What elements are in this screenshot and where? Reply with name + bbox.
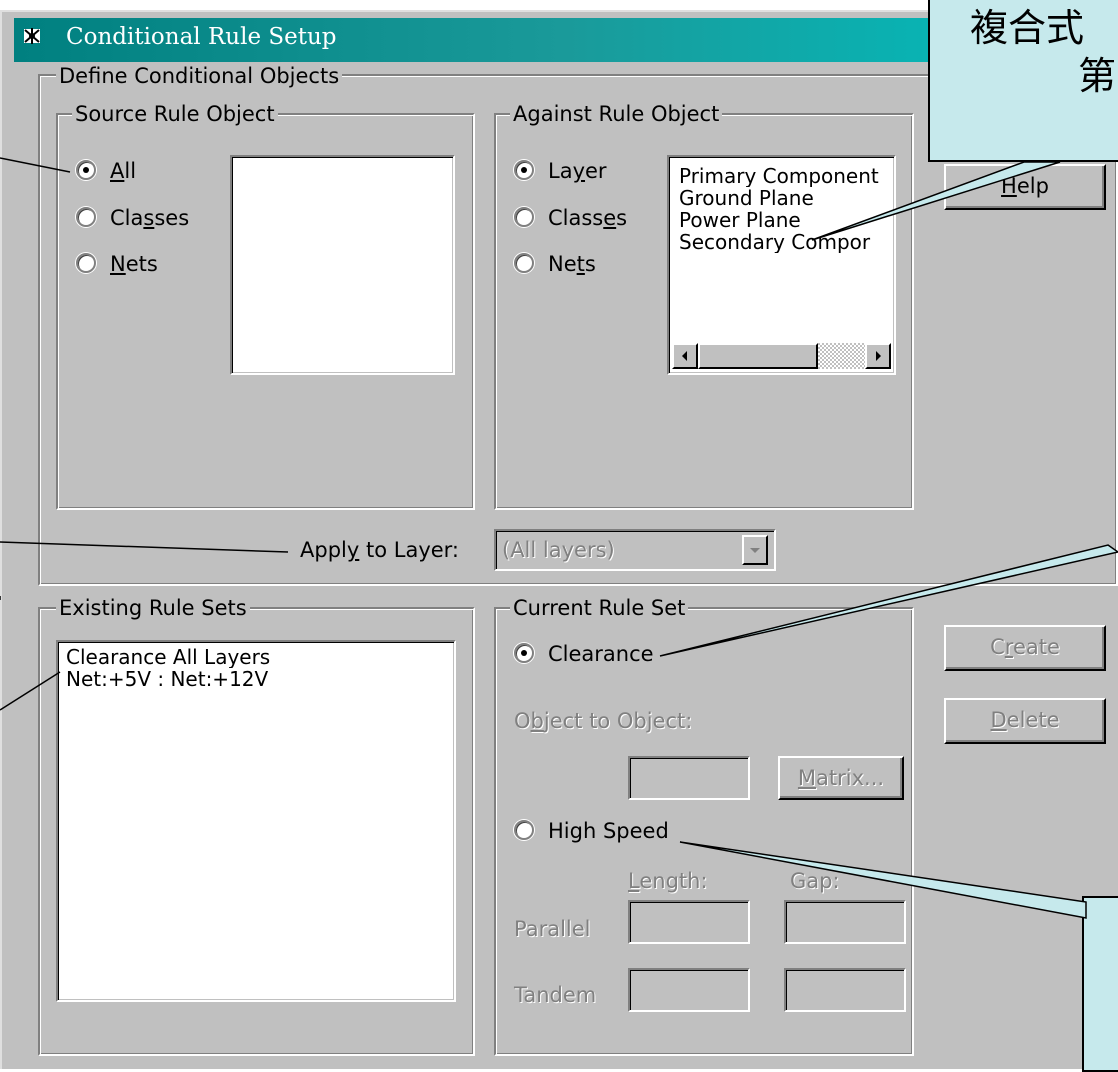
callout-pointer-apply-layer (0, 541, 289, 553)
callout-pointer-high-speed (679, 841, 1087, 919)
callout-pointers (0, 157, 1118, 919)
callout-pointer-rule-sets (0, 671, 61, 711)
callout-pointer-power-plane (811, 161, 1061, 241)
callout-pointer-all (0, 157, 71, 173)
callout-pointer-clearance (659, 544, 1118, 657)
